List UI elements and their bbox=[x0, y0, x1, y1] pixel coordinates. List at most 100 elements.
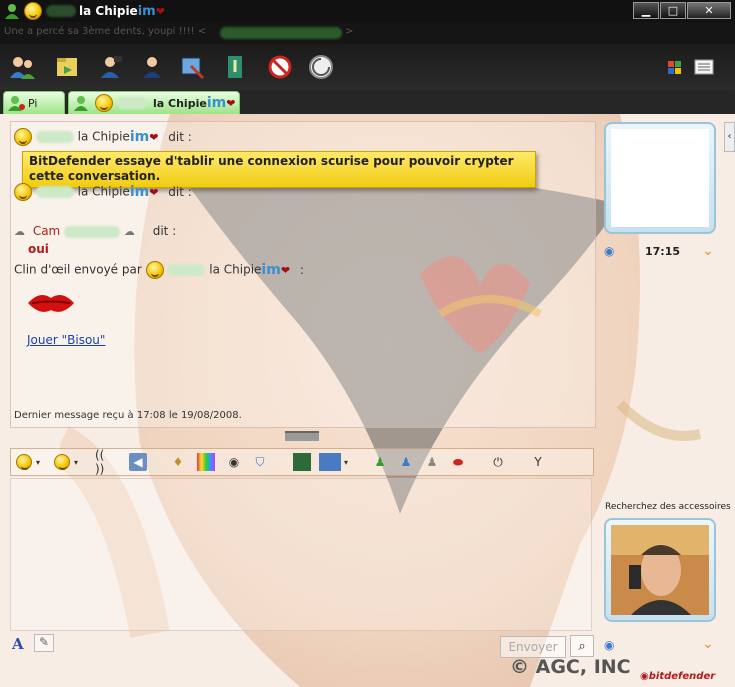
screen-button[interactable] bbox=[293, 453, 311, 471]
play-wink-link[interactable]: Jouer "Bisou" bbox=[27, 333, 105, 347]
share-icon bbox=[181, 57, 205, 80]
personal-message-end: > bbox=[345, 26, 354, 37]
my-display-picture[interactable] bbox=[604, 518, 716, 622]
title-blurred-name bbox=[46, 5, 76, 17]
says-label: dit : bbox=[168, 184, 192, 199]
tab-label: la Chipie bbox=[153, 96, 207, 110]
voice-clip-button[interactable]: ◀ bbox=[129, 453, 147, 471]
cloud-icon: ☁ bbox=[14, 225, 25, 238]
message-input[interactable] bbox=[10, 478, 592, 631]
nudge-icon: (( )) bbox=[95, 448, 105, 476]
chevron-down-icon: ▾ bbox=[35, 457, 40, 467]
emoticon-toolbar: ▾ ▾ (( )) ◀ ♦ ◉ ⛉ ▾ ♟ ♟ ♟ ⬬ ⏻ Y bbox=[10, 448, 594, 476]
expand-contact-button[interactable]: ⌄ bbox=[702, 243, 714, 259]
antenna-icon: Y bbox=[534, 455, 542, 469]
my-card-icon[interactable]: ◉ bbox=[604, 638, 614, 652]
contact-card-icon[interactable]: ◉ bbox=[604, 244, 614, 258]
sound-icon: ◉ bbox=[228, 455, 240, 469]
games-button[interactable] bbox=[220, 52, 250, 82]
smiley-icon bbox=[16, 454, 32, 470]
sender-blurred-name bbox=[64, 225, 121, 238]
contact-blue-button[interactable]: ♟ bbox=[397, 453, 415, 471]
windows-flag-button[interactable] bbox=[660, 52, 690, 82]
sender-blurred-name bbox=[167, 264, 206, 276]
pane-splitter[interactable] bbox=[285, 431, 319, 441]
title-name: la Chipie bbox=[79, 4, 138, 18]
wink-button[interactable] bbox=[53, 453, 71, 471]
personal-message-blurred bbox=[220, 27, 342, 39]
cloud-icon: ☁ bbox=[123, 225, 135, 238]
maximize-button[interactable]: □ bbox=[660, 2, 686, 19]
webcam-button[interactable] bbox=[95, 52, 125, 82]
status-icon bbox=[8, 96, 25, 111]
bitdefender-icon: ◉ bbox=[640, 671, 649, 682]
tab-la-chipie[interactable]: la Chipie im❤ bbox=[68, 91, 240, 114]
invite-contact-button[interactable] bbox=[7, 52, 37, 82]
chevron-down-icon: ⌄ bbox=[702, 636, 714, 652]
send-button[interactable]: Envoyer bbox=[500, 636, 566, 658]
message-header: ☁ Cam ☁ dit : bbox=[14, 224, 176, 238]
invite-contact-icon bbox=[10, 57, 35, 79]
expand-me-button[interactable]: ⌄ bbox=[702, 636, 714, 652]
message-text: oui bbox=[28, 242, 49, 256]
stop-icon: ⬬ bbox=[452, 454, 464, 469]
folder-icon bbox=[57, 58, 77, 76]
send-files-button[interactable] bbox=[52, 52, 82, 82]
background-button[interactable] bbox=[197, 453, 215, 471]
menu-icon bbox=[694, 59, 714, 75]
activities-button[interactable] bbox=[306, 52, 336, 82]
emoticon-button[interactable] bbox=[15, 453, 33, 471]
contact-blue-icon: ♟ bbox=[400, 455, 412, 469]
contact-green-button[interactable]: ♟ bbox=[371, 453, 389, 471]
wink-suffix: : bbox=[299, 262, 304, 277]
shield-button[interactable]: ⛉ bbox=[251, 453, 269, 471]
sender-name: la Chipie bbox=[77, 129, 130, 144]
windows-flag-icon bbox=[668, 61, 681, 74]
font-icon[interactable]: A bbox=[12, 635, 24, 653]
tab-bar: Pi la Chipie im❤ bbox=[0, 90, 735, 114]
status-icon bbox=[4, 3, 20, 22]
minimize-button[interactable]: ▁ bbox=[633, 2, 659, 19]
my-avatar-image bbox=[611, 525, 709, 615]
last-message-status: Dernier message reçu à 17:08 le 19/08/20… bbox=[14, 410, 242, 421]
image-dropdown[interactable]: ▾ bbox=[341, 453, 351, 471]
share-button[interactable] bbox=[177, 52, 207, 82]
personal-message-bar: Une a percé sa 3ème dents, youpi !!!! < … bbox=[0, 22, 735, 44]
window-title: la Chipieim❤ bbox=[79, 4, 165, 19]
contact-display-picture[interactable] bbox=[604, 122, 716, 234]
stop-button[interactable]: ⬬ bbox=[449, 453, 467, 471]
activities-icon bbox=[309, 55, 333, 79]
search-button[interactable]: ⌕ bbox=[570, 635, 594, 657]
collapse-sidebar-button[interactable]: ‹ bbox=[724, 122, 735, 152]
antenna-button[interactable]: Y bbox=[529, 453, 547, 471]
chevron-left-icon: ‹ bbox=[727, 131, 732, 142]
accessories-link[interactable]: Recherchez des accessoires bbox=[605, 502, 731, 512]
contact-grey-icon: ♟ bbox=[426, 455, 438, 469]
message-header: la Chipieim❤ dit : bbox=[14, 183, 192, 201]
contact-grey-button[interactable]: ♟ bbox=[423, 453, 441, 471]
close-button[interactable]: ✕ bbox=[687, 2, 731, 19]
tab-pi[interactable]: Pi bbox=[3, 91, 65, 114]
gift-button[interactable]: ♦ bbox=[169, 453, 187, 471]
tab-im-logo: im❤ bbox=[206, 95, 236, 111]
menu-button[interactable] bbox=[690, 52, 720, 82]
sender-smiley-icon bbox=[14, 183, 32, 201]
wink-smiley-icon bbox=[54, 454, 70, 470]
handwriting-button[interactable]: ✎ bbox=[34, 634, 54, 652]
emoticon-dropdown[interactable]: ▾ bbox=[33, 453, 43, 471]
sender-blurred-name bbox=[35, 131, 74, 143]
contact-green-icon: ♟ bbox=[374, 455, 386, 469]
webcam-icon bbox=[101, 56, 122, 78]
search-icon: ⌕ bbox=[578, 638, 586, 654]
power-button[interactable]: ⏻ bbox=[489, 453, 507, 471]
wink-dropdown[interactable]: ▾ bbox=[71, 453, 81, 471]
call-button[interactable] bbox=[137, 52, 167, 82]
sound-button[interactable]: ◉ bbox=[225, 453, 243, 471]
pencil-icon: ✎ bbox=[39, 635, 50, 649]
kiss-wink-icon[interactable] bbox=[26, 290, 76, 319]
nudge-button[interactable]: (( )) bbox=[95, 448, 113, 476]
clock-time: 17:15 bbox=[645, 245, 681, 258]
says-label: dit : bbox=[152, 224, 177, 238]
image-button[interactable] bbox=[319, 453, 341, 471]
block-button[interactable] bbox=[265, 52, 295, 82]
